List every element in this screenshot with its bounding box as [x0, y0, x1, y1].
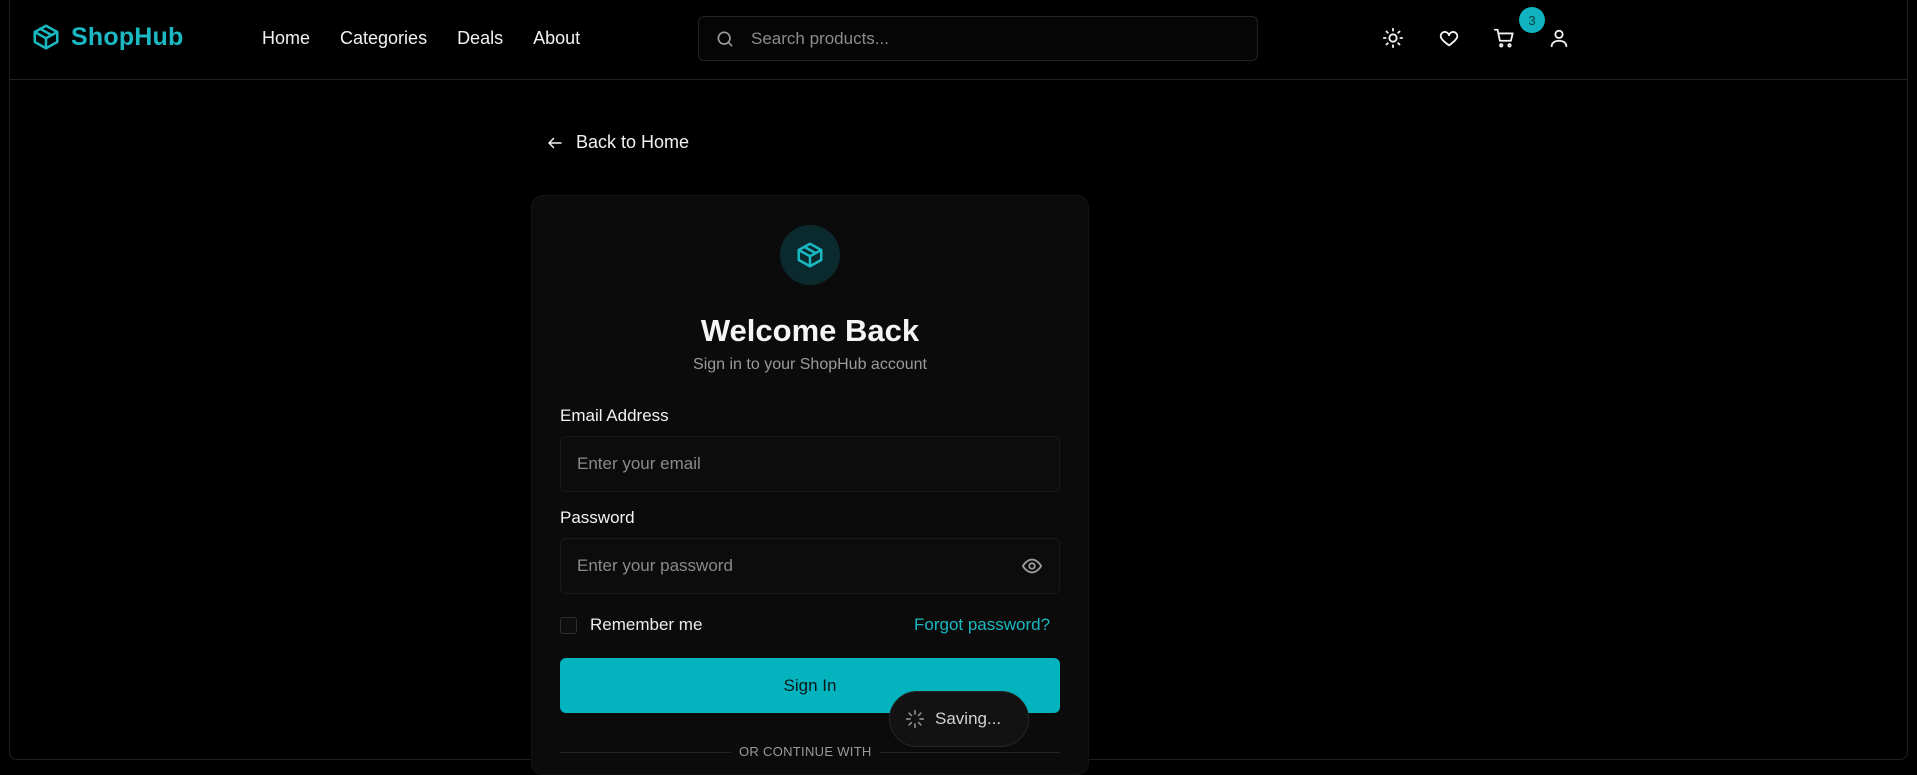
- page-subtitle: Sign in to your ShopHub account: [693, 356, 927, 373]
- email-input[interactable]: [577, 454, 1059, 474]
- back-to-home-link[interactable]: Back to Home: [546, 132, 689, 153]
- divider-label: OR CONTINUE WITH: [731, 744, 880, 759]
- cart-icon: [1493, 28, 1514, 48]
- remember-me-label[interactable]: Remember me: [590, 615, 702, 635]
- user-icon: [1550, 29, 1568, 48]
- nav-home[interactable]: Home: [262, 28, 310, 49]
- nav-categories[interactable]: Categories: [340, 28, 427, 49]
- package-icon: [797, 242, 823, 268]
- account-button[interactable]: [1548, 27, 1570, 49]
- package-icon: [33, 24, 59, 50]
- login-logo: [780, 225, 840, 285]
- brand-name: ShopHub: [71, 22, 184, 51]
- main-nav: Home Categories Deals About: [262, 28, 580, 49]
- nav-deals[interactable]: Deals: [457, 28, 503, 49]
- toast-label: Saving...: [935, 709, 1002, 728]
- password-field[interactable]: [560, 538, 1060, 594]
- cart-count-badge: 3: [1519, 7, 1545, 33]
- show-password-button[interactable]: [1021, 555, 1043, 577]
- password-input[interactable]: [577, 556, 1021, 576]
- theme-toggle-button[interactable]: [1382, 27, 1404, 49]
- remember-me-checkbox[interactable]: [560, 617, 577, 634]
- heart-icon: [1439, 31, 1459, 47]
- email-field[interactable]: [560, 436, 1060, 492]
- wishlist-button[interactable]: [1438, 27, 1460, 49]
- spinner-icon: [905, 709, 925, 729]
- site-header: ShopHub Home Categories Deals About 3: [9, 0, 1908, 80]
- page-title: Welcome Back: [700, 313, 920, 348]
- sun-icon: [1382, 27, 1404, 49]
- email-label: Email Address: [560, 406, 669, 425]
- back-link-label: Back to Home: [576, 132, 690, 152]
- saving-toast: Saving...: [889, 691, 1029, 747]
- cart-button[interactable]: [1493, 27, 1515, 49]
- brand-logo[interactable]: ShopHub: [31, 22, 183, 52]
- password-label: Password: [560, 508, 635, 527]
- arrow-left-icon: [548, 137, 562, 148]
- search-input[interactable]: [751, 28, 1257, 49]
- search-bar[interactable]: [698, 16, 1258, 61]
- forgot-password-link[interactable]: Forgot password?: [914, 615, 1050, 635]
- search-icon: [717, 31, 733, 47]
- eye-icon: [1021, 558, 1043, 574]
- nav-about[interactable]: About: [533, 28, 580, 49]
